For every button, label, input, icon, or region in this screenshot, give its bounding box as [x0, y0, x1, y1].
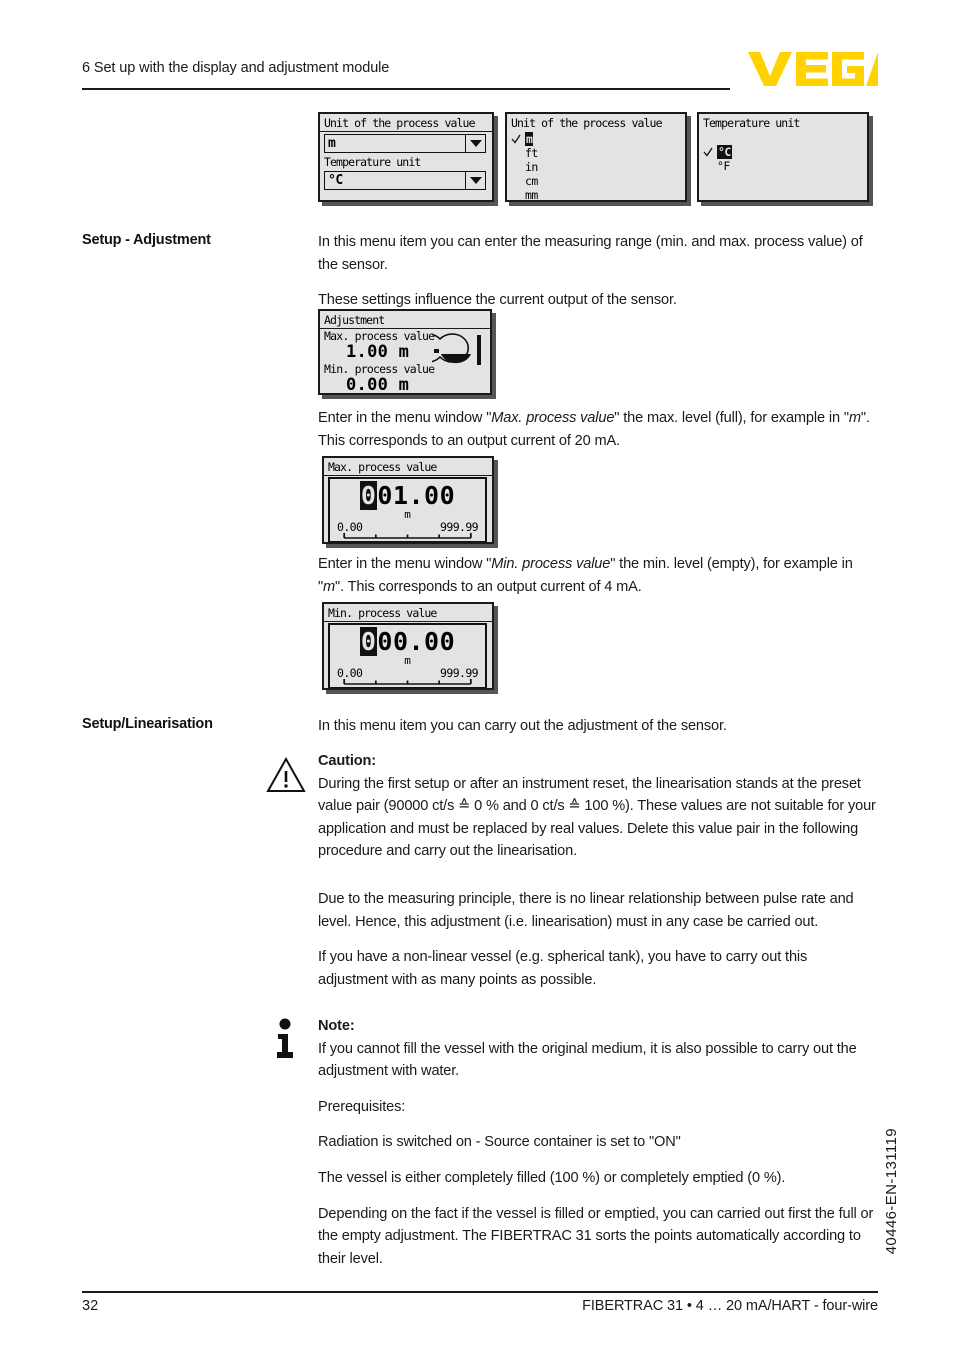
- entry-unit: m: [404, 508, 411, 521]
- header-divider: [82, 88, 730, 90]
- lcd-title-rule: [324, 475, 492, 476]
- caution-body: During the first setup or after an instr…: [318, 775, 876, 860]
- note-title: Note:: [318, 1015, 878, 1038]
- paragraph: If you have a non-linear vessel (e.g. sp…: [318, 949, 808, 988]
- paragraph-depending: Depending on the fact if the vessel is f…: [318, 1205, 874, 1267]
- temperature-unit-label: Temperature unit: [324, 155, 421, 169]
- temperature-unit-dropdown[interactable]: °C: [324, 171, 486, 190]
- list-item-label: °C: [717, 145, 732, 159]
- note-callout: Note: If you cannot fill the vessel with…: [318, 1015, 878, 1270]
- prerequisite-radiation: Radiation is switched on - Source contai…: [318, 1134, 681, 1151]
- temperature-unit-value: °C: [328, 173, 343, 188]
- emphasis-menu-name: Max. process value: [491, 410, 615, 426]
- range-scale-bar: [342, 677, 473, 685]
- lcd-max-entry-screen: Max. process value 001.00 m 0.00 999.99: [322, 456, 494, 544]
- document-code: 40446-EN-131119: [883, 1128, 900, 1255]
- lcd-title: Max. process value: [328, 460, 437, 474]
- checkmark-icon: [511, 134, 521, 144]
- checkmark-icon: [703, 147, 713, 157]
- list-item-unit-in[interactable]: in: [511, 160, 685, 174]
- lcd-title: Temperature unit: [703, 116, 800, 130]
- section-label-setup-adjustment: Setup - Adjustment: [82, 232, 211, 248]
- list-item-label: °F: [717, 159, 730, 173]
- unit-option-list: m ft in cm mm: [507, 131, 685, 202]
- lcd-title: Unit of the process value: [511, 116, 662, 130]
- prerequisite-vessel: The vessel is either completely filled (…: [318, 1169, 786, 1186]
- lcd-title: Min. process value: [328, 606, 437, 620]
- lcd-title: Unit of the process value: [324, 116, 475, 130]
- list-item-label: cm: [525, 174, 538, 188]
- entry-unit: m: [404, 654, 411, 667]
- page-header: 6 Set up with the display and adjustment…: [82, 60, 730, 76]
- list-item-fahrenheit[interactable]: °F: [703, 159, 867, 173]
- footer-divider: [82, 1291, 878, 1293]
- info-note-icon: [272, 1018, 298, 1060]
- text-post: ". This corresponds to an output current…: [335, 578, 642, 595]
- entry-digits: 000.00: [330, 625, 485, 657]
- paragraph: Enter in the menu window "Max. process v…: [318, 407, 878, 452]
- min-value-entry-field[interactable]: 000.00 m 0.00 999.99: [328, 623, 487, 688]
- prerequisites-label: Prerequisites:: [318, 1098, 406, 1115]
- list-item-label: in: [525, 160, 538, 174]
- min-process-value: 0.00 m: [346, 375, 410, 395]
- page-number: 32: [82, 1298, 99, 1314]
- chapter-title: 6 Set up with the display and adjustment…: [82, 60, 390, 76]
- paragraph: Due to the measuring principle, there is…: [318, 891, 854, 930]
- list-item-label: ft: [525, 146, 538, 160]
- warning-triangle-icon: [266, 757, 306, 793]
- lcd-title-rule: [324, 621, 492, 622]
- entry-digits: 001.00: [330, 479, 485, 511]
- caution-title-text: Caution:: [318, 753, 376, 769]
- caution-title: Caution:: [318, 750, 878, 773]
- list-item-unit-m[interactable]: m: [511, 132, 685, 146]
- lcd-title: Adjustment: [324, 313, 385, 327]
- lcd-min-entry-screen: Min. process value 000.00 m 0.00 999.99: [322, 602, 494, 690]
- list-item-unit-ft[interactable]: ft: [511, 146, 685, 160]
- list-item-unit-mm[interactable]: mm: [511, 188, 685, 202]
- paragraph: Enter in the menu window "Min. process v…: [318, 553, 878, 598]
- max-process-value-description: Enter in the menu window "Max. process v…: [318, 407, 878, 452]
- process-value-unit-value: m: [328, 136, 336, 151]
- paragraph: In this menu item you can carry out the …: [318, 718, 727, 734]
- setup-adjustment-intro: In this menu item you can enter the meas…: [318, 231, 878, 312]
- note-title-text: Note:: [318, 1018, 355, 1034]
- lcd-unit-list-screen: Unit of the process value m ft in cm mm: [505, 112, 687, 202]
- note-body: If you cannot fill the vessel with the o…: [318, 1040, 857, 1080]
- vega-logo: [748, 50, 878, 88]
- setup-linearisation-intro: In this menu item you can carry out the …: [318, 715, 878, 738]
- lcd-temperature-list-screen: Temperature unit °C °F: [697, 112, 869, 202]
- linearisation-explanations: Due to the measuring principle, there is…: [318, 888, 878, 991]
- digit-cursor[interactable]: 0: [359, 481, 378, 510]
- chevron-down-icon[interactable]: [465, 135, 485, 152]
- temperature-option-list: °C °F: [699, 131, 867, 173]
- list-item-celsius[interactable]: °C: [703, 145, 867, 159]
- document-page: 6 Set up with the display and adjustment…: [0, 0, 954, 1354]
- emphasis-unit: m: [848, 410, 861, 426]
- max-value-entry-field[interactable]: 001.00 m 0.00 999.99: [328, 477, 487, 542]
- paragraph: In this menu item you can enter the meas…: [318, 234, 863, 273]
- vessel-level-icon: [432, 329, 484, 377]
- lcd-unit-dropdown-screen: Unit of the process value m Temperature …: [318, 112, 494, 202]
- list-item-label: mm: [525, 188, 538, 202]
- lcd-adjustment-screen: Adjustment Max. process value 1.00 m Min…: [318, 309, 492, 395]
- list-item-label: m: [525, 132, 534, 146]
- text-mid: " the max. level (full), for example in …: [614, 410, 849, 426]
- emphasis-menu-name: Min. process value: [491, 556, 611, 572]
- entry-remaining-digits: 00.00: [377, 627, 456, 656]
- caution-callout: Caution: During the first setup or after…: [318, 750, 878, 863]
- process-value-unit-dropdown[interactable]: m: [324, 134, 486, 153]
- lcd-title-rule: [320, 131, 492, 132]
- min-process-value-description: Enter in the menu window "Min. process v…: [318, 553, 878, 598]
- list-item-unit-cm[interactable]: cm: [511, 174, 685, 188]
- entry-remaining-digits: 01.00: [377, 481, 456, 510]
- digit-cursor[interactable]: 0: [359, 627, 378, 656]
- section-label-setup-linearisation: Setup/Linearisation: [82, 716, 213, 732]
- footer-document-title: FIBERTRAC 31 • 4 … 20 mA/HART - four-wir…: [582, 1298, 878, 1314]
- emphasis-unit: m: [323, 578, 336, 595]
- text-pre: Enter in the menu window ": [318, 556, 492, 572]
- range-scale-bar: [342, 531, 473, 539]
- text-pre: Enter in the menu window ": [318, 410, 492, 426]
- chevron-down-icon[interactable]: [465, 172, 485, 189]
